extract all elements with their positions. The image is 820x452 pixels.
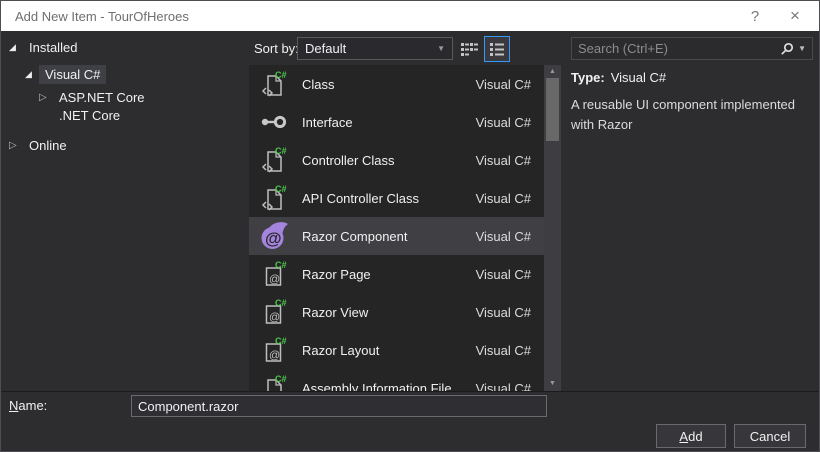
svg-text:C#: C# [275, 184, 287, 194]
template-type: Visual C# [475, 304, 531, 320]
template-type: Visual C# [475, 152, 531, 168]
name-label: Name: [9, 398, 48, 413]
type-line: Type: Visual C# [571, 70, 811, 85]
csharp-class-file-icon: C# [257, 67, 291, 101]
tree-item-installed[interactable]: ◢ Installed [9, 37, 83, 57]
template-type: Visual C# [475, 76, 531, 92]
name-input[interactable] [131, 395, 547, 417]
search-box: ▼ [571, 37, 813, 60]
tree-item-label: Visual C# [39, 64, 107, 84]
template-name: Interface [302, 114, 353, 130]
small-icons-view-button[interactable] [458, 38, 480, 60]
template-row-controller-class[interactable]: C# Controller Class Visual C# [249, 141, 544, 179]
template-type: Visual C# [475, 342, 531, 358]
template-type: Visual C# [475, 266, 531, 282]
sort-dropdown[interactable]: Default ▼ [297, 37, 453, 60]
sort-dropdown-value: Default [305, 41, 347, 56]
cancel-button[interactable]: Cancel [734, 424, 806, 448]
template-name: Razor View [302, 304, 369, 320]
tree-item-label: Installed [29, 39, 78, 55]
template-row-razor-view[interactable]: @ C# Razor View Visual C# [249, 293, 544, 331]
search-options-caret-icon[interactable]: ▼ [798, 44, 806, 53]
help-button[interactable]: ? [735, 1, 775, 31]
titlebar: Add New Item - TourOfHeroes ? × [1, 1, 819, 31]
template-name: API Controller Class [302, 190, 420, 206]
sort-by-label: Sort by: [254, 41, 299, 56]
svg-text:@: @ [265, 229, 282, 248]
svg-text:C#: C# [275, 146, 287, 156]
close-icon: × [790, 6, 800, 25]
template-row-class[interactable]: C# Class Visual C# [249, 65, 544, 103]
tree-item-online[interactable]: ▷ Online [9, 135, 73, 155]
search-icon[interactable] [780, 42, 794, 56]
template-name: Razor Layout [302, 342, 380, 358]
svg-text:C#: C# [275, 260, 287, 270]
template-row-assembly-information-file[interactable]: C# Assembly Information File Visual C# [249, 369, 544, 391]
close-button[interactable]: × [775, 1, 815, 31]
collapsed-arrow-icon[interactable]: ▷ [39, 92, 53, 103]
template-name: Controller Class [302, 152, 395, 168]
template-description: A reusable UI component implemented with… [571, 97, 796, 132]
window-controls: ? × [735, 1, 815, 31]
tree-item-visual-csharp[interactable]: ◢ Visual C# [25, 64, 107, 84]
tree-item-label: ASP.NET Core [59, 89, 145, 105]
csharp-class-file-icon: C# [257, 181, 291, 215]
template-row-api-controller-class[interactable]: C# API Controller Class Visual C# [249, 179, 544, 217]
template-name: Class [302, 76, 335, 92]
name-row: Name: [1, 391, 819, 419]
list-view-button[interactable] [484, 36, 510, 62]
template-type: Visual C# [475, 380, 531, 392]
template-type: Visual C# [475, 228, 531, 244]
template-name: Razor Component [302, 228, 408, 244]
help-icon: ? [750, 7, 760, 25]
list-scrollbar[interactable]: ▲ ▼ [544, 65, 561, 391]
svg-text:C#: C# [275, 336, 287, 346]
template-name: Assembly Information File [302, 380, 452, 392]
scroll-up-icon[interactable]: ▲ [544, 67, 561, 77]
template-row-interface[interactable]: Interface Visual C# [249, 103, 544, 141]
list-view-icon [490, 42, 504, 56]
csharp-class-file-icon: C# [257, 143, 291, 177]
svg-text:C#: C# [275, 374, 287, 384]
details-panel: Type: Visual C# A reusable UI component i… [571, 70, 811, 134]
tree-item-aspnet-core[interactable]: ▷ ASP.NET Core [39, 87, 151, 107]
window-title: Add New Item - TourOfHeroes [15, 8, 189, 24]
template-row-razor-page[interactable]: @ C# Razor Page Visual C# [249, 255, 544, 293]
type-value: Visual C# [610, 70, 667, 85]
template-name: Razor Page [302, 266, 371, 282]
template-row-razor-component[interactable]: @ Razor Component Visual C# [249, 217, 544, 255]
collapsed-arrow-icon[interactable]: ▷ [9, 140, 23, 151]
razor-file-icon: @ C# [257, 333, 291, 367]
search-input[interactable] [578, 41, 781, 56]
svg-text:C#: C# [275, 70, 287, 80]
scroll-down-icon[interactable]: ▼ [544, 379, 561, 389]
add-button[interactable]: Add [656, 424, 726, 448]
chevron-down-icon: ▼ [437, 44, 445, 53]
svg-text:@: @ [269, 312, 280, 324]
tree-item-label: .NET Core [59, 107, 121, 123]
svg-text:@: @ [269, 274, 280, 286]
small-icons-grid-icon [460, 42, 478, 56]
tree-item-label: Online [29, 137, 67, 153]
tree-item-dotnet-core[interactable]: .NET Core [53, 105, 126, 125]
interface-icon [257, 105, 291, 139]
expanded-arrow-icon[interactable]: ◢ [9, 42, 23, 53]
blazor-flame-icon: @ [257, 219, 291, 253]
type-label: Type: [571, 70, 605, 85]
template-list: C# Class Visual C# Interface Visual C# C… [249, 65, 561, 391]
razor-file-icon: @ C# [257, 295, 291, 329]
expanded-arrow-icon[interactable]: ◢ [25, 69, 39, 80]
template-type: Visual C# [475, 114, 531, 130]
template-type: Visual C# [475, 190, 531, 206]
template-row-razor-layout[interactable]: @ C# Razor Layout Visual C# [249, 331, 544, 369]
scrollbar-thumb[interactable] [546, 78, 559, 141]
svg-text:@: @ [269, 350, 280, 362]
svg-text:C#: C# [275, 298, 287, 308]
csharp-file-icon: C# [257, 371, 291, 391]
add-new-item-dialog: Add New Item - TourOfHeroes ? × ◢ Instal… [0, 0, 820, 452]
razor-file-icon: @ C# [257, 257, 291, 291]
